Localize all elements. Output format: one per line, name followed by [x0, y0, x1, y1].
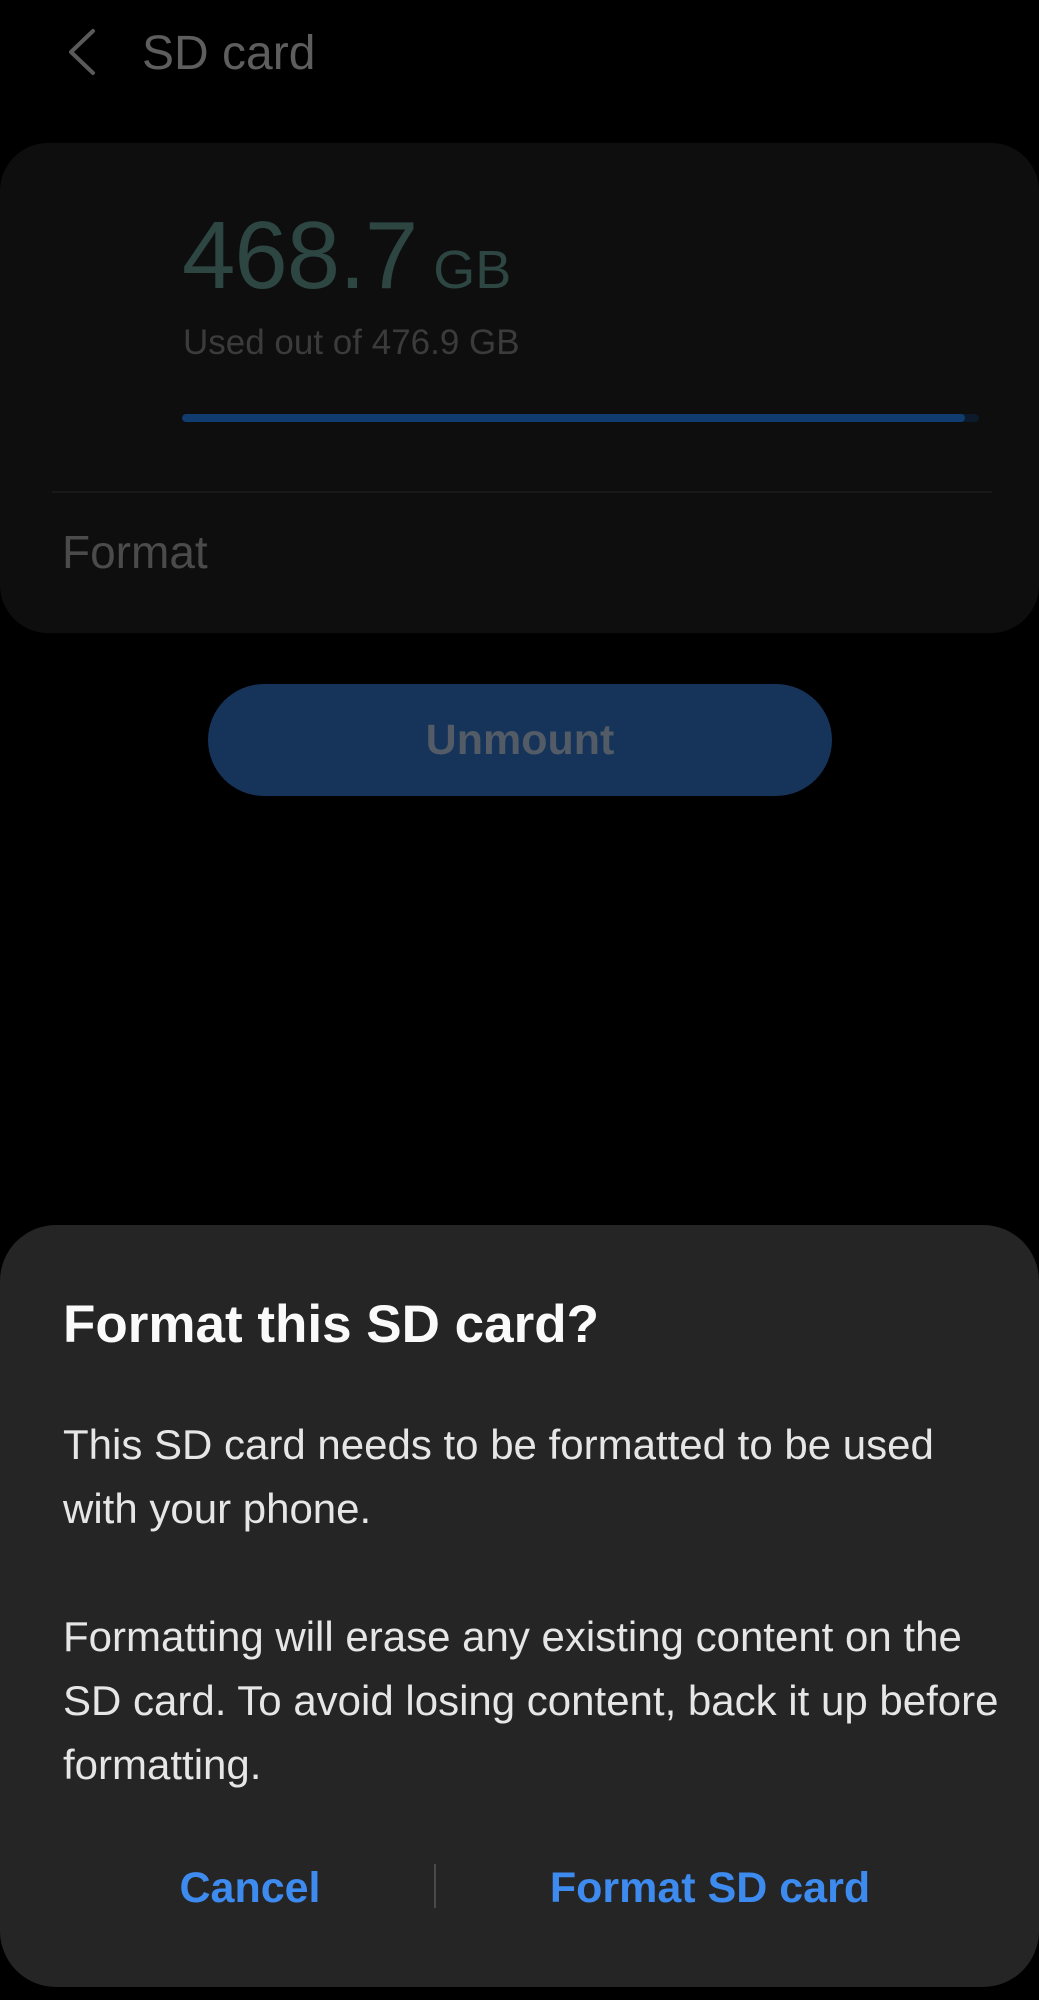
dialog-paragraph-1: This SD card needs to be formatted to be…: [63, 1421, 934, 1532]
chevron-left-icon: [69, 29, 95, 75]
storage-progress-bar: [182, 414, 979, 422]
divider: [52, 491, 992, 493]
storage-progress-fill: [182, 414, 966, 422]
dialog-paragraph-2: Formatting will erase any existing conte…: [63, 1613, 999, 1788]
storage-caption: Used out of 476.9 GB: [183, 323, 520, 362]
unmount-button[interactable]: Unmount: [208, 684, 832, 796]
dialog-actions: Cancel Format SD card: [0, 1850, 1039, 1926]
dialog-message: This SD card needs to be formatted to be…: [63, 1413, 1003, 1797]
format-sd-card-button[interactable]: Format SD card: [520, 1850, 900, 1926]
page-title: SD card: [142, 27, 316, 80]
dialog-title: Format this SD card?: [63, 1295, 599, 1354]
format-label: Format: [62, 526, 208, 578]
back-button[interactable]: [52, 22, 112, 82]
cancel-button[interactable]: Cancel: [110, 1850, 390, 1926]
app-bar: SD card: [0, 0, 1039, 110]
used-storage: 468.7 GB: [182, 201, 511, 311]
used-storage-unit: GB: [433, 240, 512, 300]
format-dialog: Format this SD card? This SD card needs …: [0, 1225, 1039, 1987]
action-divider: [434, 1864, 436, 1908]
format-menu-item[interactable]: Format: [0, 495, 1039, 631]
storage-card: 468.7 GB Used out of 476.9 GB Format: [0, 143, 1039, 633]
used-storage-value: 468.7: [182, 202, 418, 309]
